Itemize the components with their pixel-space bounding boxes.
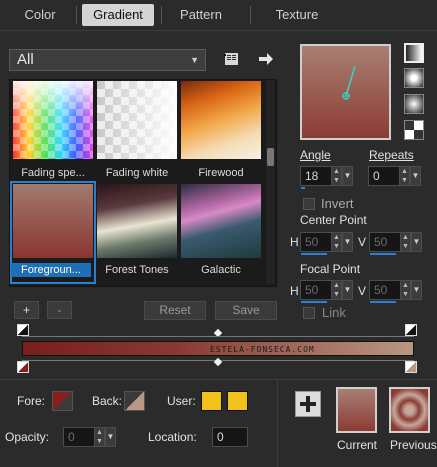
current-preview xyxy=(336,387,377,433)
opacity-track-line xyxy=(22,336,414,337)
bottom-divider xyxy=(0,379,437,380)
gallery-scrollbar[interactable] xyxy=(266,80,275,284)
color-stop-left[interactable] xyxy=(17,361,29,373)
gradient-preview[interactable] xyxy=(300,44,391,140)
gradient-thumb-forest-tones[interactable] xyxy=(97,184,177,258)
link-label: Link xyxy=(322,305,346,320)
angle-label: Angle xyxy=(300,148,331,162)
focal-v-dropdown[interactable]: ▼ xyxy=(411,280,422,300)
focal-v-stepper[interactable]: ▲ ▼ xyxy=(400,280,411,300)
add-gradient-button[interactable]: + xyxy=(14,301,39,319)
center-h-label: H xyxy=(290,235,299,249)
previous-label: Previous xyxy=(390,438,437,452)
gradient-thumb-label: Fading spe... xyxy=(21,167,85,179)
gradient-library-icon[interactable] xyxy=(224,51,240,67)
plus-icon xyxy=(300,396,316,412)
arrow-right-icon[interactable] xyxy=(258,51,274,67)
invert-label: Invert xyxy=(321,196,354,211)
center-v-input[interactable]: 50 xyxy=(369,232,401,252)
fore-label: Fore: xyxy=(17,394,46,408)
center-v-dropdown[interactable]: ▼ xyxy=(411,232,422,252)
tab-separator xyxy=(161,6,162,24)
tab-texture[interactable]: Texture xyxy=(261,4,333,26)
opacity-input[interactable]: 0 xyxy=(63,427,95,447)
focal-h-dropdown[interactable]: ▼ xyxy=(342,280,353,300)
gradient-thumb-galactic[interactable] xyxy=(181,184,261,258)
add-swatch-button[interactable] xyxy=(295,391,321,417)
gradient-thumb-firewood[interactable] xyxy=(181,81,261,159)
radial-style-button[interactable] xyxy=(404,94,424,114)
focal-h-label: H xyxy=(290,284,299,298)
angle-slider-track[interactable] xyxy=(301,187,305,189)
gradient-thumb-label-selected: Foregroun... xyxy=(11,263,91,277)
gallery-scrollbar-thumb[interactable] xyxy=(267,148,274,166)
focal-v-label: V xyxy=(358,284,367,298)
fore-swatch[interactable] xyxy=(52,391,73,411)
opacity-stop-right[interactable] xyxy=(405,324,417,336)
color-stop-right[interactable] xyxy=(405,361,417,373)
center-v-slider-track[interactable] xyxy=(370,253,396,255)
angle-stepper[interactable]: ▲ ▼ xyxy=(331,166,342,186)
focal-h-slider-track[interactable] xyxy=(301,301,327,303)
focal-point-label: Focal Point xyxy=(300,262,361,276)
location-label: Location: xyxy=(148,430,197,444)
link-checkbox[interactable] xyxy=(303,307,315,319)
center-h-dropdown[interactable]: ▼ xyxy=(342,232,353,252)
current-label: Current xyxy=(337,438,378,452)
back-label: Back: xyxy=(92,394,123,408)
tab-divider xyxy=(0,30,437,31)
category-dropdown[interactable]: All ▼ xyxy=(9,49,206,71)
center-h-input[interactable]: 50 xyxy=(300,232,332,252)
sunburst-style-button[interactable] xyxy=(404,120,424,140)
focal-h-input[interactable]: 50 xyxy=(300,280,332,300)
repeats-stepper[interactable]: ▲ ▼ xyxy=(399,166,410,186)
gradient-thumb-fading-spectrum[interactable] xyxy=(13,81,93,159)
location-input[interactable]: 0 xyxy=(212,427,248,447)
gradient-thumb-fading-white[interactable] xyxy=(97,81,177,159)
tab-gradient[interactable]: Gradient xyxy=(82,4,154,26)
user-swatch-alt[interactable] xyxy=(227,391,248,411)
back-swatch[interactable] xyxy=(124,391,145,411)
tab-separator xyxy=(250,6,251,24)
gradient-thumb-foreground-background[interactable] xyxy=(13,184,93,258)
tab-separator xyxy=(76,6,77,24)
opacity-stepper[interactable]: ▲ ▼ xyxy=(94,427,105,447)
previous-preview[interactable] xyxy=(389,387,430,433)
gradient-bar-watermark: ESTELA-FONSECA.COM xyxy=(210,345,315,354)
reset-button[interactable]: Reset xyxy=(144,301,206,320)
center-point-label: Center Point xyxy=(300,213,367,227)
opacity-dropdown[interactable]: ▼ xyxy=(105,427,116,447)
repeats-label: Repeats xyxy=(369,148,414,162)
user-swatch[interactable] xyxy=(201,391,222,411)
save-button[interactable]: Save xyxy=(215,301,277,320)
focal-v-input[interactable]: 50 xyxy=(369,280,401,300)
opacity-label: Opacity: xyxy=(5,430,50,444)
center-h-stepper[interactable]: ▲ ▼ xyxy=(331,232,342,252)
gradient-thumb-label: Forest Tones xyxy=(105,264,169,276)
angle-input[interactable]: 18 xyxy=(300,166,332,186)
gradient-thumb-label: Galactic xyxy=(201,264,241,276)
user-label: User: xyxy=(167,394,196,408)
gradient-thumb-label: Firewood xyxy=(198,167,244,179)
repeats-dropdown[interactable]: ▼ xyxy=(410,166,421,186)
opacity-stop-left[interactable] xyxy=(17,324,29,336)
chevron-down-icon: ▼ xyxy=(190,55,199,65)
invert-checkbox[interactable] xyxy=(303,198,315,210)
focal-h-stepper[interactable]: ▲ ▼ xyxy=(331,280,342,300)
rectangular-style-button[interactable] xyxy=(404,68,424,88)
angle-dropdown[interactable]: ▼ xyxy=(342,166,353,186)
category-dropdown-value: All xyxy=(17,51,34,68)
tab-color[interactable]: Color xyxy=(9,4,71,26)
linear-style-button[interactable] xyxy=(404,43,424,63)
gradient-thumb-label: Fading white xyxy=(105,167,169,179)
repeats-input[interactable]: 0 xyxy=(368,166,400,186)
bottom-vertical-divider xyxy=(277,380,278,467)
tab-pattern[interactable]: Pattern xyxy=(166,4,236,26)
center-h-slider-track[interactable] xyxy=(301,253,327,255)
remove-gradient-button[interactable]: - xyxy=(47,301,72,319)
center-v-label: V xyxy=(358,235,367,249)
focal-v-slider-track[interactable] xyxy=(370,301,396,303)
center-v-stepper[interactable]: ▲ ▼ xyxy=(400,232,411,252)
